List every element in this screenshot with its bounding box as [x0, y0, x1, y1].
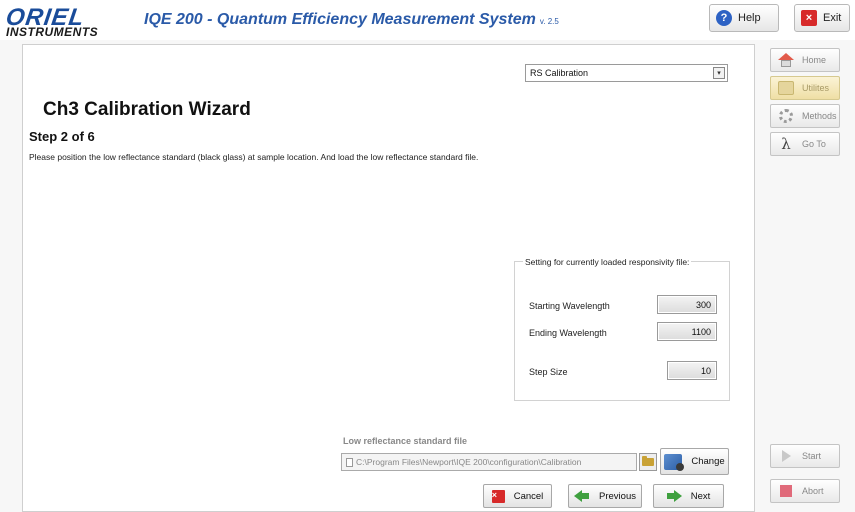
help-button[interactable]: ? Help [709, 4, 779, 32]
wizard-panel: RS Calibration ▾ Ch3 Calibration Wizard … [22, 44, 755, 512]
ending-wavelength-field: 1100 [657, 322, 717, 341]
start-label: Start [802, 451, 822, 461]
dropdown-arrow-icon[interactable]: ▾ [713, 67, 725, 79]
next-arrow-icon [666, 490, 682, 502]
change-button[interactable]: Change [660, 448, 729, 475]
exit-button[interactable]: × Exit [794, 4, 850, 32]
app-version: v. 2.5 [539, 17, 559, 26]
document-icon [346, 457, 353, 467]
previous-arrow-icon [574, 490, 590, 502]
abort-stop-icon [780, 485, 792, 497]
sidebar-utilities-label: Utilites [802, 83, 830, 93]
start-button[interactable]: Start [770, 444, 840, 468]
starting-wavelength-field: 300 [657, 295, 717, 314]
previous-button[interactable]: Previous [568, 484, 642, 508]
sidebar-home-button[interactable]: Home [770, 48, 840, 72]
file-path-text: C:\Program Files\Newport\IQE 200\configu… [356, 457, 582, 467]
oriel-logo: ORIEL INSTRUMENTS [4, 4, 128, 39]
abort-button[interactable]: Abort [770, 479, 840, 503]
sidebar-home-label: Home [802, 55, 827, 65]
sidebar-utilities-button[interactable]: Utilites [770, 76, 840, 100]
exit-label: Exit [823, 12, 842, 24]
instruction-text: Please position the low reflectance stan… [29, 152, 479, 162]
help-icon: ? [716, 10, 732, 26]
mode-select-value: RS Calibration [530, 68, 589, 78]
help-label: Help [738, 12, 761, 24]
responsivity-settings-group: Setting for currently loaded responsivit… [514, 257, 730, 401]
home-icon [778, 53, 794, 67]
next-label: Next [690, 490, 711, 502]
step-size-label: Step Size [529, 367, 568, 377]
abort-icon-wrap [777, 483, 795, 499]
change-label: Change [691, 456, 725, 467]
settings-legend: Setting for currently loaded responsivit… [523, 257, 692, 267]
methods-gear-icon [779, 109, 793, 123]
ending-wavelength-label: Ending Wavelength [529, 328, 607, 338]
mode-select[interactable]: RS Calibration ▾ [525, 64, 728, 82]
exit-icon: × [801, 10, 817, 26]
app-window: ORIEL INSTRUMENTS IQE 200 - Quantum Effi… [0, 0, 855, 512]
folder-icon [642, 456, 654, 466]
starting-wavelength-label: Starting Wavelength [529, 301, 610, 311]
start-icon-wrap [777, 448, 795, 464]
lambda-icon-wrap: λ [777, 135, 795, 153]
abort-label: Abort [802, 486, 824, 496]
step-indicator: Step 2 of 6 [29, 129, 95, 144]
cancel-button[interactable]: × Cancel [483, 484, 552, 508]
app-title: IQE 200 - Quantum Efficiency Measurement… [144, 11, 559, 29]
utilities-icon [778, 81, 794, 95]
app-title-text: IQE 200 - Quantum Efficiency Measurement… [144, 11, 536, 28]
home-icon-wrap [777, 52, 795, 68]
logo-subtitle: INSTRUMENTS [6, 25, 99, 39]
file-label: Low reflectance standard file [343, 436, 468, 446]
lambda-icon: λ [781, 135, 791, 153]
sidebar-goto-label: Go To [802, 139, 826, 149]
step-size-field: 10 [667, 361, 717, 380]
utilities-icon-wrap [777, 80, 795, 96]
sidebar-goto-button[interactable]: λ Go To [770, 132, 840, 156]
sidebar-methods-button[interactable]: Methods [770, 104, 840, 128]
next-button[interactable]: Next [653, 484, 724, 508]
previous-label: Previous [599, 490, 636, 502]
browse-folder-button[interactable] [639, 453, 657, 471]
cancel-icon: × [491, 489, 505, 503]
file-path-input[interactable]: C:\Program Files\Newport\IQE 200\configu… [341, 453, 637, 471]
change-icon [664, 453, 685, 471]
sidebar-methods-label: Methods [802, 111, 837, 121]
cancel-label: Cancel [513, 490, 544, 502]
wizard-title: Ch3 Calibration Wizard [43, 99, 251, 120]
app-header: ORIEL INSTRUMENTS IQE 200 - Quantum Effi… [0, 0, 855, 40]
methods-icon-wrap [777, 108, 795, 124]
start-play-icon [781, 450, 791, 462]
